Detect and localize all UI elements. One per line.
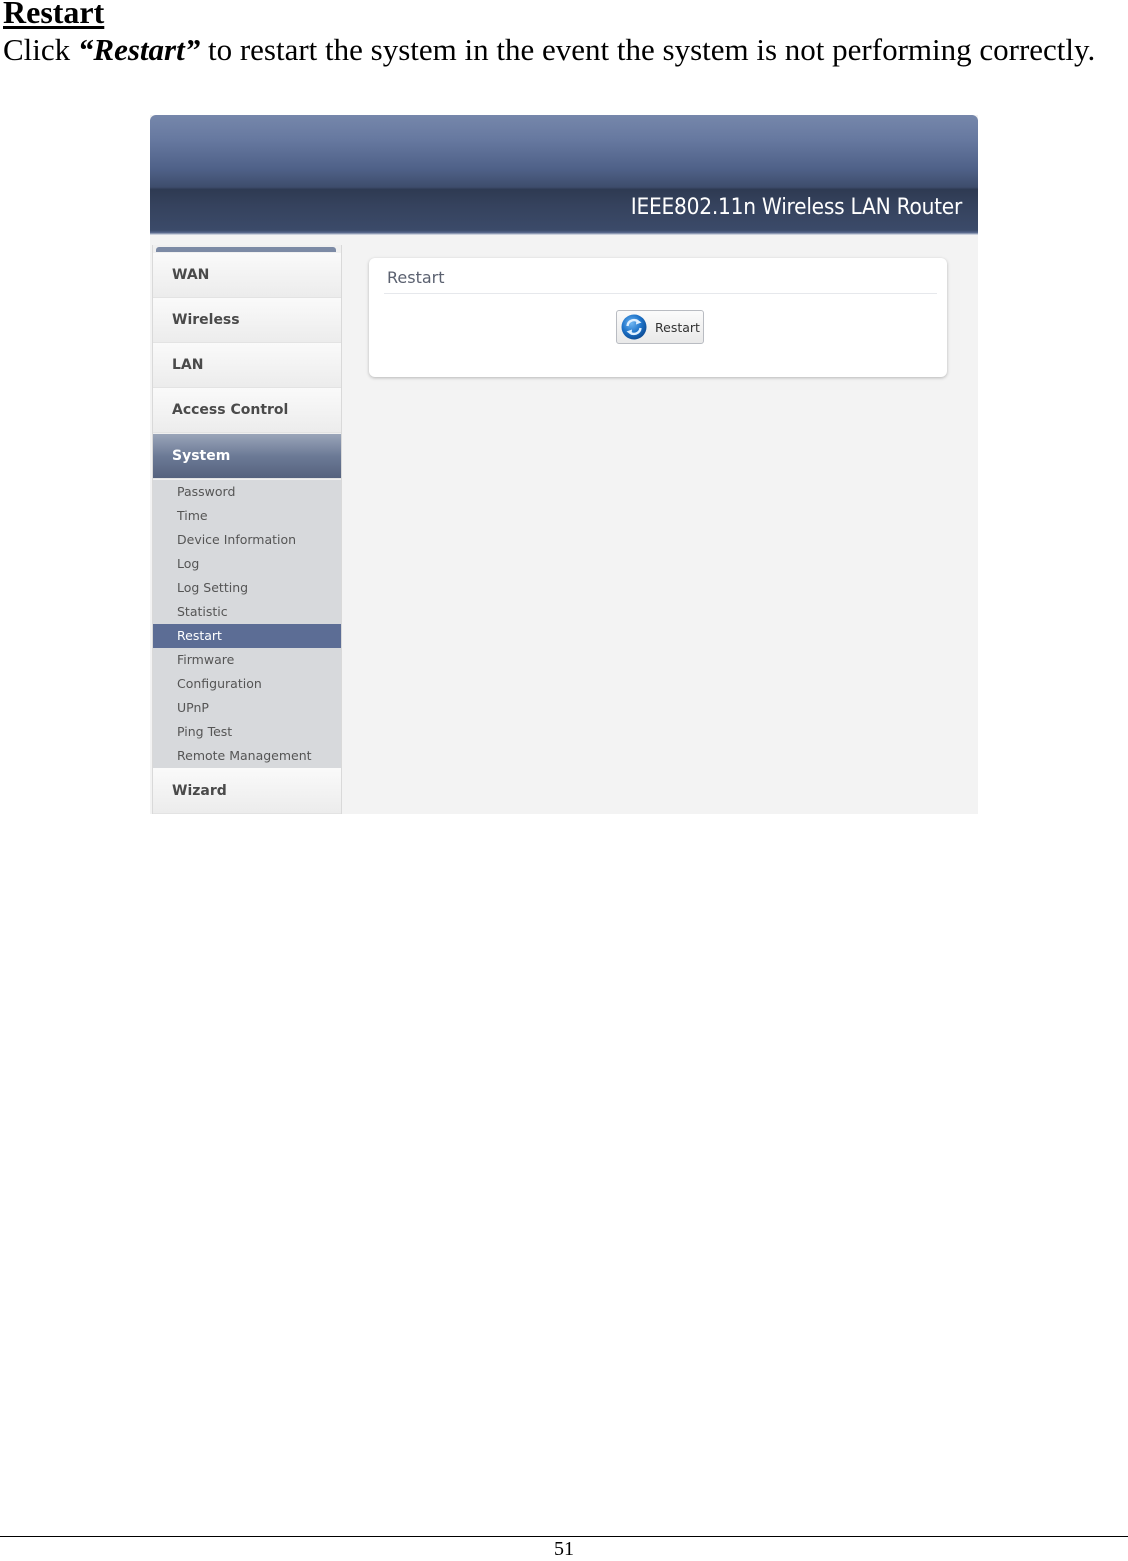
submenu-item-remote-management[interactable]: Remote Management — [153, 744, 341, 768]
nav-item-access-control[interactable]: Access Control — [153, 388, 341, 433]
sidebar-nav: WAN Wireless LAN Access Control System P… — [152, 245, 342, 814]
submenu-item-configuration[interactable]: Configuration — [153, 672, 341, 696]
submenu-item-restart[interactable]: Restart — [153, 624, 341, 648]
nav-item-wan[interactable]: WAN — [153, 253, 341, 298]
refresh-icon — [621, 314, 647, 340]
section-heading: Restart — [3, 0, 105, 30]
submenu-item-time[interactable]: Time — [153, 504, 341, 528]
banner-title: IEEE802.11n Wireless LAN Router — [630, 195, 963, 220]
page-number: 51 — [554, 1538, 574, 1560]
nav-item-wireless[interactable]: Wireless — [153, 298, 341, 343]
restart-button[interactable]: Restart — [616, 310, 704, 344]
submenu-item-statistic[interactable]: Statistic — [153, 600, 341, 624]
submenu-item-password[interactable]: Password — [153, 480, 341, 504]
paragraph-emphasis: “Restart” — [77, 32, 201, 67]
submenu-item-upnp[interactable]: UPnP — [153, 696, 341, 720]
paragraph-suffix: to restart the system in the event the s… — [200, 32, 1096, 67]
nav-item-wizard[interactable]: Wizard — [153, 768, 341, 814]
nav-item-system[interactable]: System — [153, 434, 341, 479]
restart-panel: Restart Restart — [369, 258, 947, 377]
submenu-item-firmware[interactable]: Firmware — [153, 648, 341, 672]
router-screenshot: IEEE802.11n Wireless LAN Router WAN Wire… — [150, 115, 978, 814]
nav-item-lan[interactable]: LAN — [153, 343, 341, 388]
header-banner: IEEE802.11n Wireless LAN Router — [150, 115, 978, 235]
footer-rule — [0, 1536, 1128, 1537]
panel-divider — [384, 293, 937, 294]
submenu-item-log-setting[interactable]: Log Setting — [153, 576, 341, 600]
submenu-item-ping-test[interactable]: Ping Test — [153, 720, 341, 744]
submenu-item-device-information[interactable]: Device Information — [153, 528, 341, 552]
sidebar-top-bar — [156, 247, 336, 252]
panel-title: Restart — [387, 268, 445, 287]
system-submenu: Password Time Device Information Log Log… — [153, 480, 341, 768]
restart-button-label: Restart — [655, 320, 700, 335]
instruction-paragraph: Click “Restart” to restart the system in… — [3, 31, 1125, 69]
submenu-item-log[interactable]: Log — [153, 552, 341, 576]
paragraph-prefix: Click — [3, 32, 78, 67]
